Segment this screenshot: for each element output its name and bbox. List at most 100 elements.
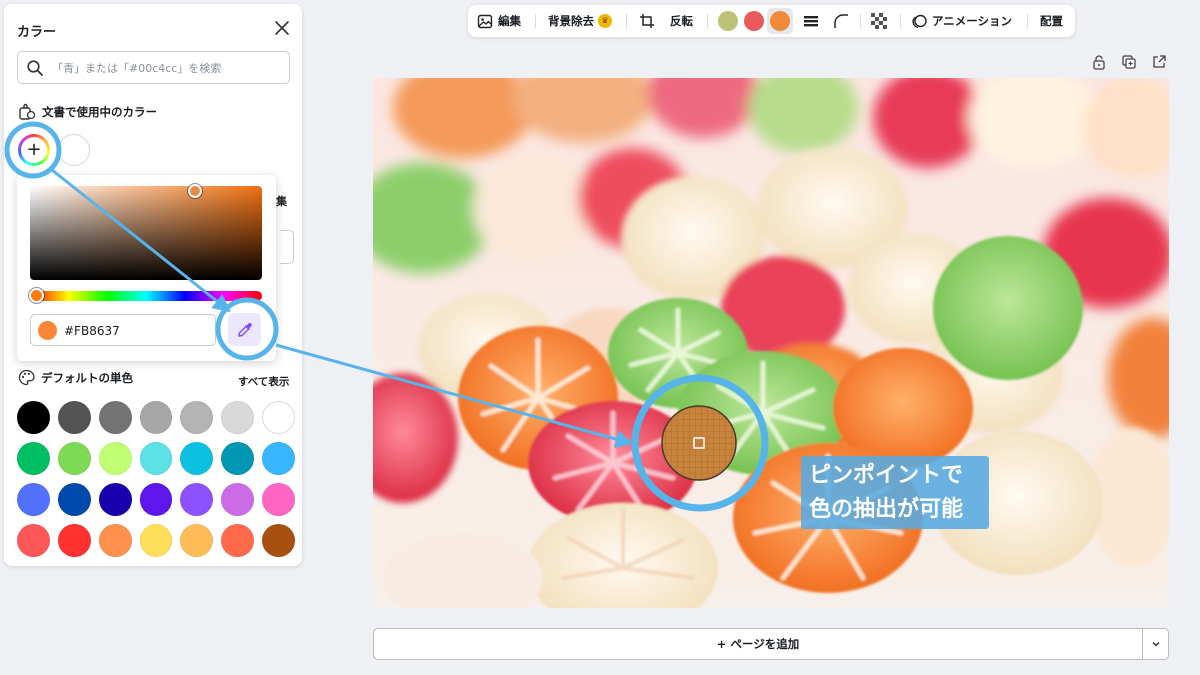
color-swatch[interactable] <box>180 442 214 475</box>
divider <box>626 14 627 28</box>
divider <box>707 14 708 28</box>
lock-icon[interactable] <box>1091 54 1107 70</box>
palette-row <box>17 442 296 475</box>
edit-label: 編集 <box>498 14 521 28</box>
animation-label: アニメーション <box>932 14 1013 28</box>
eyedropper-icon <box>237 322 252 337</box>
crop-icon <box>640 14 654 28</box>
eyedropper-button[interactable] <box>228 313 261 346</box>
color-swatch[interactable] <box>180 483 214 516</box>
color-swatch[interactable] <box>57 524 91 557</box>
edit-image-button[interactable]: 編集 <box>477 5 521 37</box>
search-input[interactable] <box>52 58 282 78</box>
bg-remove-label: 背景除去 <box>548 14 594 28</box>
color-swatch[interactable] <box>180 401 214 434</box>
hex-input[interactable] <box>64 321 204 340</box>
close-icon[interactable] <box>272 18 292 38</box>
saturation-handle[interactable] <box>188 184 202 198</box>
color-swatch[interactable] <box>221 442 255 475</box>
flip-label: 反転 <box>670 14 693 28</box>
hex-field <box>30 314 216 346</box>
default-colors-heading: デフォルトの単色 <box>18 369 133 386</box>
hue-slider[interactable] <box>30 291 262 301</box>
color-swatch[interactable] <box>139 524 173 557</box>
palette-row <box>17 483 296 516</box>
doc-colors-label: 文書で使用中のカラー <box>42 105 157 119</box>
animation-icon <box>912 14 927 28</box>
doc-color-3[interactable] <box>770 11 790 31</box>
color-swatch[interactable] <box>17 483 50 516</box>
callout-line-2: 色の抽出が可能 <box>809 497 964 522</box>
hidden-field-edge <box>280 230 294 264</box>
duplicate-icon[interactable] <box>1121 54 1137 70</box>
color-swatch[interactable] <box>17 401 50 434</box>
color-swatch[interactable] <box>139 442 173 475</box>
color-swatch[interactable] <box>180 524 214 557</box>
doc-colors-heading: 文書で使用中のカラー <box>18 103 157 121</box>
design-canvas[interactable] <box>373 78 1169 608</box>
saturation-value-area[interactable] <box>30 186 262 280</box>
share-icon[interactable] <box>1151 54 1167 70</box>
panel-title: カラー <box>17 25 57 40</box>
color-swatch[interactable] <box>262 483 296 516</box>
divider <box>535 14 536 28</box>
color-swatch[interactable] <box>57 483 91 516</box>
divider <box>900 14 901 28</box>
arrange-label: 配置 <box>1040 14 1063 28</box>
doc-color-1[interactable] <box>718 11 738 31</box>
default-color-palette <box>17 401 296 565</box>
candy-photo <box>373 78 1169 608</box>
add-page-label: + ページを追加 <box>716 637 800 651</box>
search-icon <box>26 59 44 81</box>
color-swatch[interactable] <box>221 401 255 434</box>
context-toolbar: 編集 背景除去 ♛ 反転 アニメーション 配置 <box>468 5 1075 37</box>
border-style-button[interactable] <box>803 5 819 37</box>
add-page-button[interactable]: + ページを追加 <box>373 628 1143 660</box>
color-swatch[interactable] <box>262 442 296 475</box>
color-picker-popover <box>17 175 276 361</box>
color-swatch[interactable] <box>98 483 132 516</box>
transparency-button[interactable] <box>871 5 887 37</box>
bg-remove-button[interactable]: 背景除去 ♛ <box>548 5 612 37</box>
doc-color-2[interactable] <box>744 11 764 31</box>
color-swatch[interactable] <box>139 483 173 516</box>
crown-icon: ♛ <box>598 14 612 28</box>
hue-handle[interactable] <box>29 288 44 303</box>
image-edit-icon <box>477 14 493 28</box>
plus-icon: + <box>21 137 47 163</box>
palette-row <box>17 524 296 557</box>
palette-doc-icon <box>19 103 36 120</box>
color-swatch[interactable] <box>57 442 91 475</box>
border-style-icon <box>804 16 818 27</box>
annotation-callout: ピンポイントで 色の抽出が可能 <box>801 456 989 529</box>
add-color-button[interactable]: + <box>18 134 50 166</box>
crop-button[interactable] <box>639 5 655 37</box>
color-swatch[interactable] <box>17 524 50 557</box>
color-swatch[interactable] <box>17 442 50 475</box>
add-page-dropdown[interactable] <box>1142 628 1169 660</box>
default-colors-label: デフォルトの単色 <box>41 370 133 385</box>
corner-rounding-icon <box>834 14 848 28</box>
arrange-button[interactable]: 配置 <box>1040 5 1063 37</box>
color-swatch[interactable] <box>98 442 132 475</box>
chevron-down-icon <box>1151 641 1160 647</box>
color-swatch[interactable] <box>98 401 132 434</box>
flip-button[interactable]: 反転 <box>670 5 693 37</box>
animation-button[interactable]: アニメーション <box>911 5 1012 37</box>
color-swatch[interactable] <box>98 524 132 557</box>
color-swatch[interactable] <box>57 401 91 434</box>
color-swatch[interactable] <box>139 401 173 434</box>
divider <box>860 14 861 28</box>
color-search-field <box>17 51 290 84</box>
color-swatch[interactable] <box>221 483 255 516</box>
palette-icon <box>18 369 35 386</box>
callout-line-1: ピンポイントで <box>809 463 964 488</box>
color-swatch[interactable] <box>262 401 296 434</box>
show-all-link[interactable]: すべて表示 <box>238 374 289 389</box>
edit-label-partial: 集 <box>276 195 287 208</box>
color-swatch[interactable] <box>221 524 255 557</box>
doc-color-swatch-white[interactable] <box>58 134 90 166</box>
corner-rounding-button[interactable] <box>833 5 849 37</box>
transparency-icon <box>871 13 887 29</box>
color-swatch[interactable] <box>262 524 296 557</box>
